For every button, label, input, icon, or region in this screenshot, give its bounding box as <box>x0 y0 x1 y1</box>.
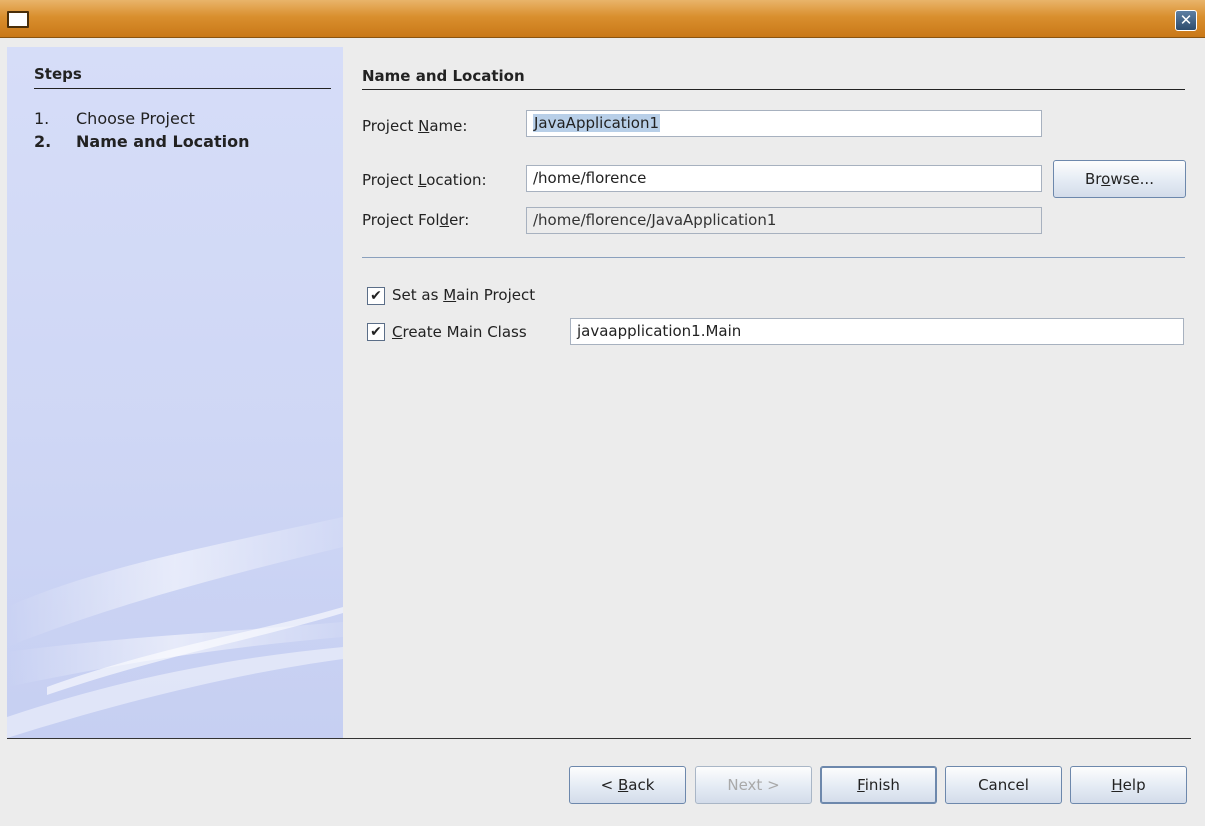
checkmark-icon: ✔ <box>370 288 382 304</box>
browse-button[interactable]: Browse... <box>1053 160 1186 198</box>
button-mnemonic: F <box>857 776 865 794</box>
project-name-value: JavaApplication1 <box>533 114 661 132</box>
steps-title: Steps <box>34 65 82 83</box>
set-main-project-label[interactable]: Set as Main Project <box>392 286 535 304</box>
set-main-project-checkbox[interactable]: ✔ <box>367 287 385 305</box>
step-label: Name and Location <box>76 132 250 151</box>
close-icon: ✕ <box>1179 11 1193 29</box>
label-mnemonic: M <box>443 286 457 304</box>
steps-divider <box>34 88 331 89</box>
label-text: Project <box>362 117 419 135</box>
project-name-label: Project Name: <box>362 117 467 135</box>
window-icon[interactable] <box>7 11 29 28</box>
button-text: ack <box>628 776 655 794</box>
finish-button[interactable]: Finish <box>820 766 937 804</box>
button-mnemonic: B <box>617 776 629 794</box>
step-number: 2. <box>34 132 52 151</box>
label-text: Project <box>362 171 419 189</box>
label-mnemonic: d <box>439 211 450 229</box>
project-location-field[interactable]: /home/florence <box>526 165 1042 192</box>
back-button[interactable]: < Back <box>569 766 686 804</box>
create-main-class-label[interactable]: Create Main Class <box>392 323 527 341</box>
close-button[interactable]: ✕ <box>1175 10 1197 31</box>
label-text: Set as <box>392 286 444 304</box>
button-text: wse... <box>1110 170 1154 188</box>
button-text: elp <box>1122 776 1146 794</box>
project-folder-value: /home/florence/JavaApplication1 <box>533 211 777 229</box>
form-divider <box>362 257 1185 258</box>
project-folder-label: Project Folder: <box>362 211 469 229</box>
main-class-value: javaapplication1.Main <box>577 322 742 340</box>
checkmark-icon: ✔ <box>370 324 382 340</box>
label-text: reate Main Class <box>402 323 527 341</box>
label-mnemonic: L <box>418 171 427 189</box>
button-text: Br <box>1085 170 1102 188</box>
help-button[interactable]: Help <box>1070 766 1187 804</box>
button-text: Cancel <box>978 776 1029 794</box>
button-text: inish <box>864 776 900 794</box>
label-mnemonic: C <box>392 323 403 341</box>
project-location-label: Project Location: <box>362 171 487 189</box>
label-text: ame: <box>429 117 468 135</box>
button-mnemonic: o <box>1101 170 1111 188</box>
step-item-name-and-location: 2. Name and Location <box>34 132 249 151</box>
section-title: Name and Location <box>362 67 525 85</box>
create-main-class-checkbox[interactable]: ✔ <box>367 323 385 341</box>
step-number: 1. <box>34 109 50 128</box>
main-class-field[interactable]: javaapplication1.Main <box>570 318 1184 345</box>
button-text: < <box>600 776 618 794</box>
label-text: er: <box>449 211 470 229</box>
label-text: Project Fol <box>362 211 440 229</box>
steps-panel: Steps 1. Choose Project 2. Name and Locati… <box>7 47 343 738</box>
step-item-choose-project: 1. Choose Project <box>34 109 195 128</box>
label-mnemonic: N <box>418 117 430 135</box>
footer-divider <box>7 738 1191 739</box>
project-folder-field: /home/florence/JavaApplication1 <box>526 207 1042 234</box>
button-mnemonic: H <box>1111 776 1123 794</box>
label-text: ocation: <box>426 171 487 189</box>
label-text: ain Project <box>456 286 536 304</box>
section-divider <box>362 89 1185 90</box>
title-bar[interactable]: ✕ <box>0 0 1205 38</box>
project-name-field[interactable]: JavaApplication1 <box>526 110 1042 137</box>
step-label: Choose Project <box>76 109 195 128</box>
project-location-value: /home/florence <box>533 169 647 187</box>
next-button[interactable]: Next > <box>695 766 812 804</box>
button-text: Next > <box>727 776 780 794</box>
cancel-button[interactable]: Cancel <box>945 766 1062 804</box>
